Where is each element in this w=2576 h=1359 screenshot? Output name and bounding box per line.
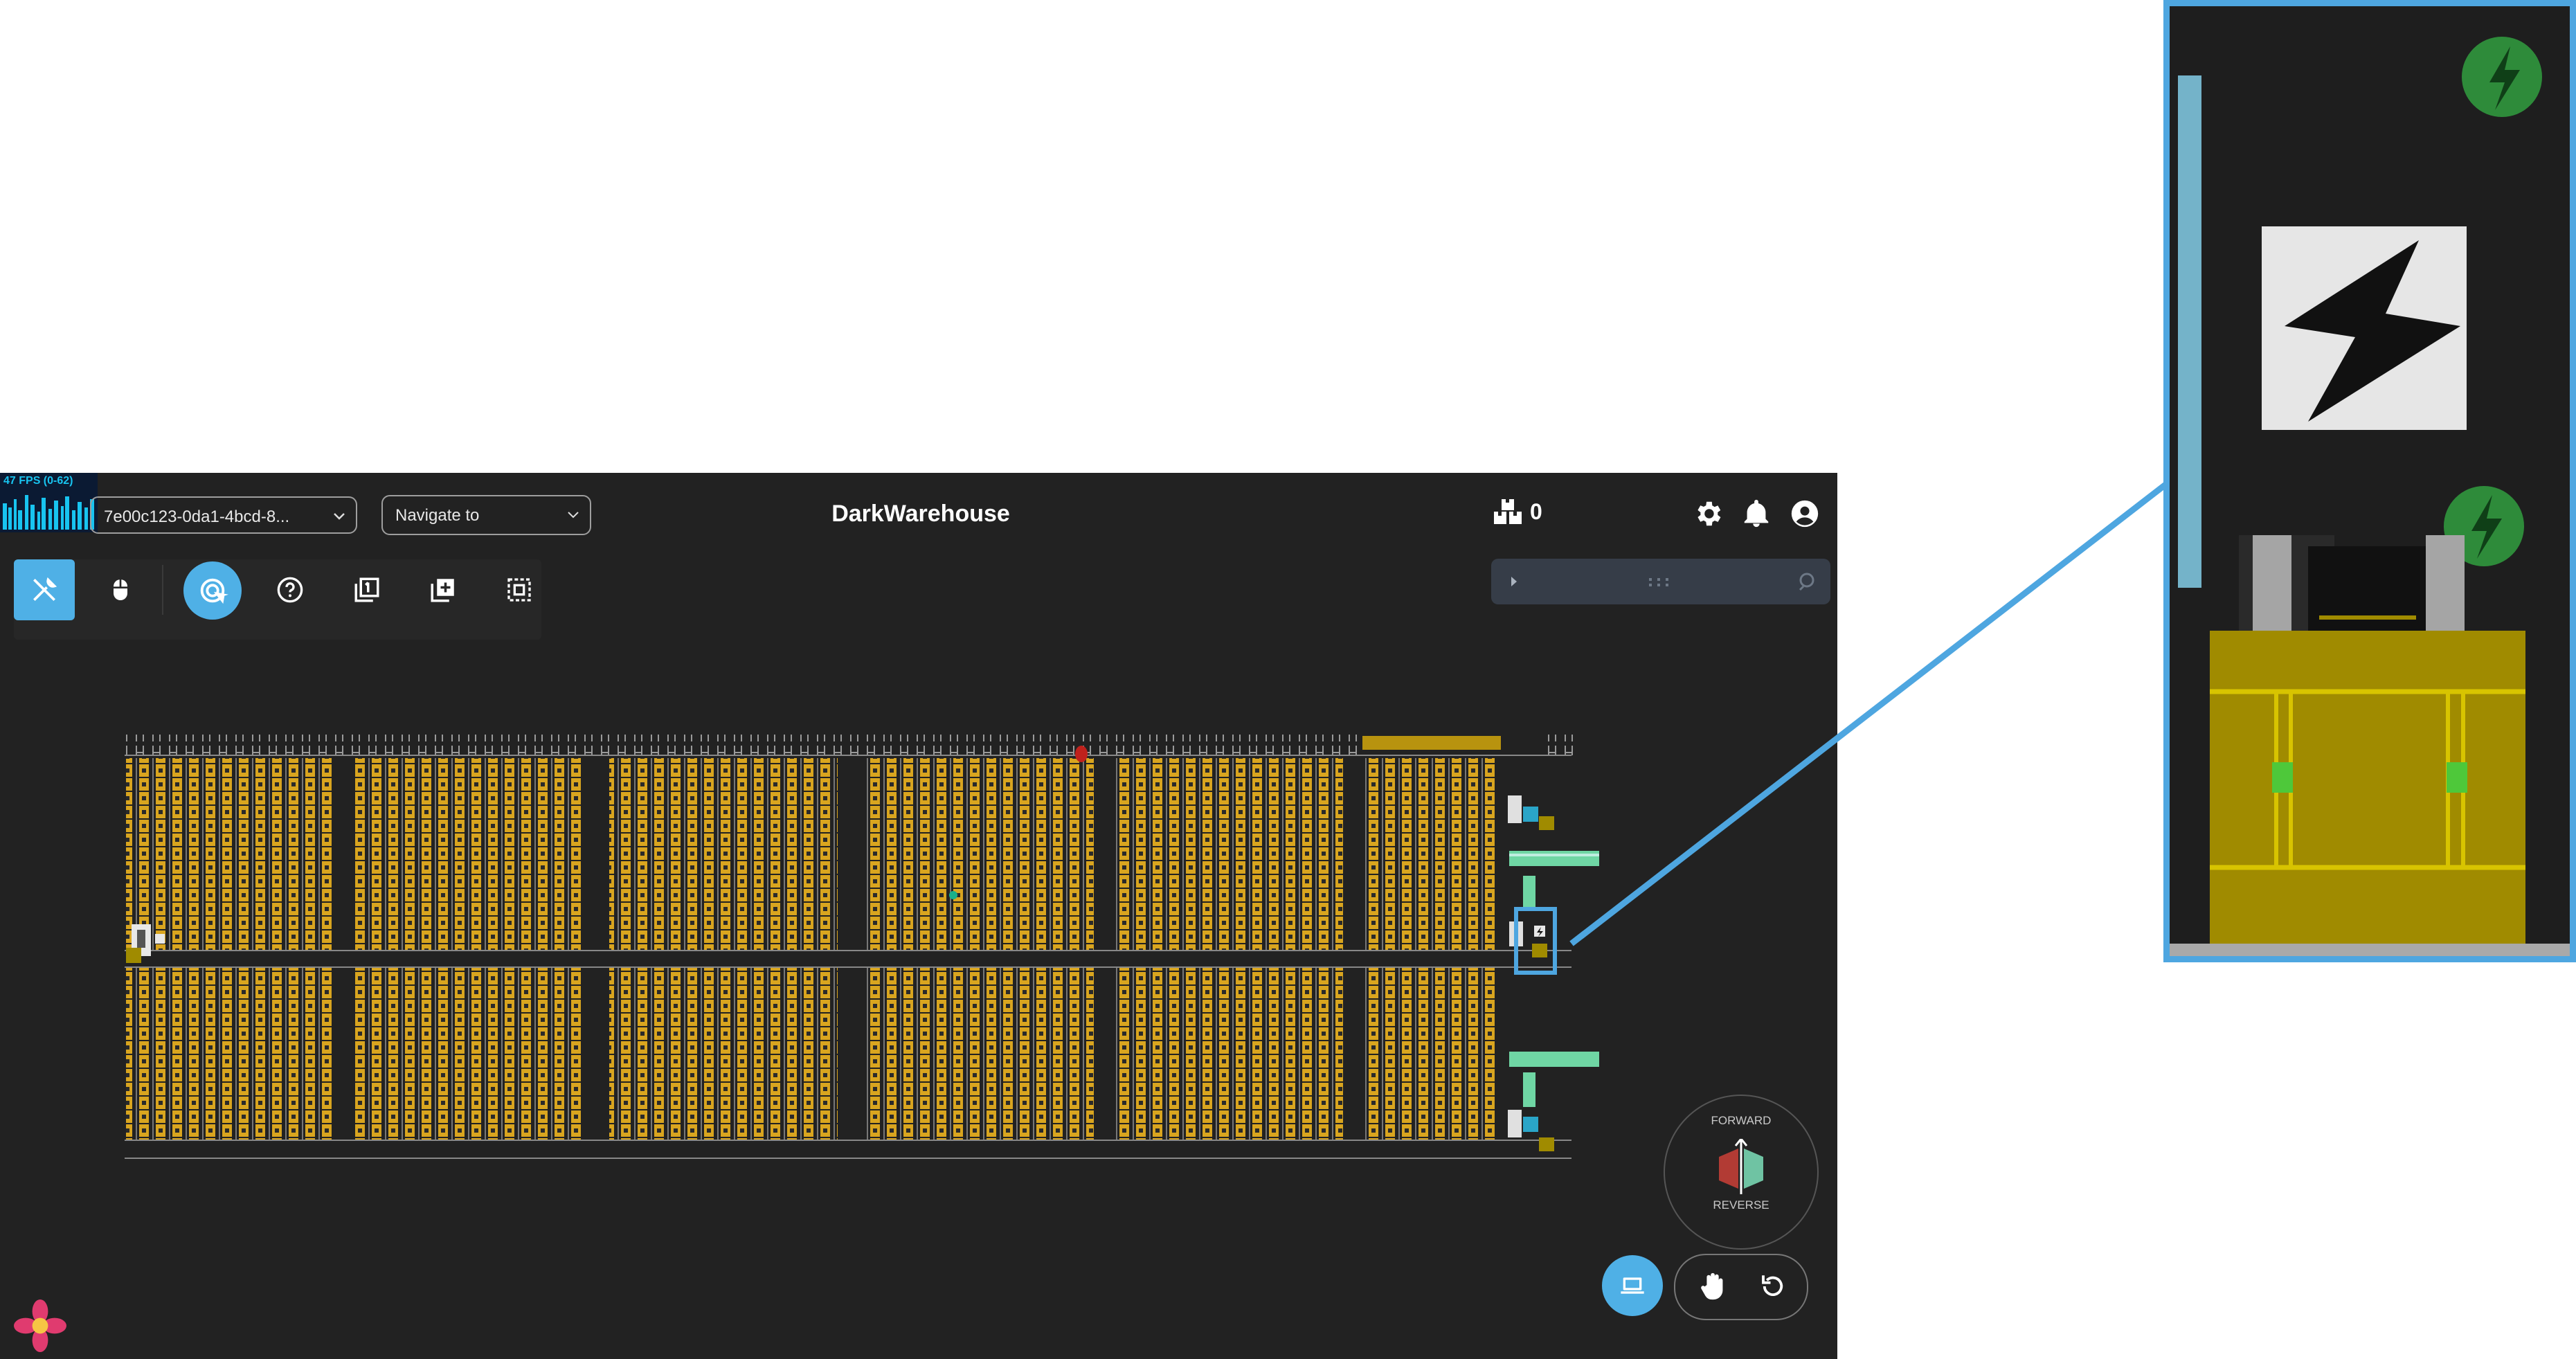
zoomed-charging-station — [2170, 6, 2570, 956]
zoom-inset — [2163, 0, 2576, 962]
charge-status-icon — [2462, 37, 2542, 117]
lightning-sign-icon — [2262, 226, 2467, 430]
